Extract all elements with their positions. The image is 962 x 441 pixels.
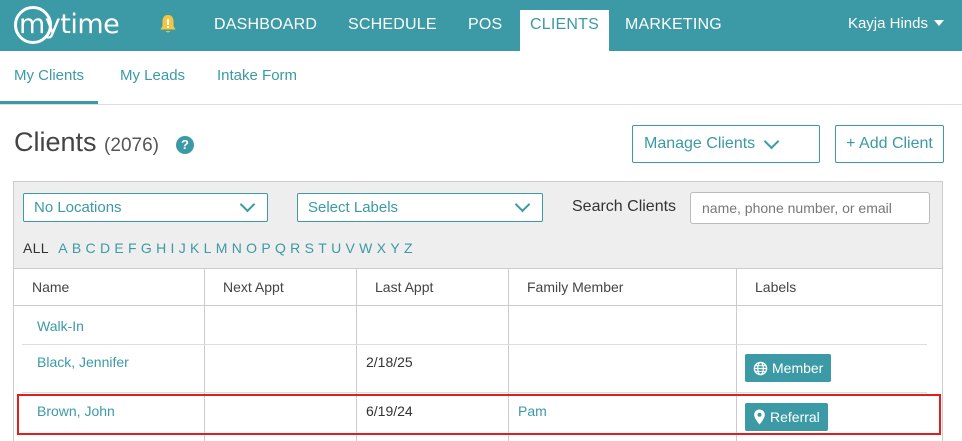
label-text: Member xyxy=(772,360,824,376)
alpha-letter-p[interactable]: P xyxy=(261,240,271,256)
alpha-letter-o[interactable]: O xyxy=(246,240,257,256)
manage-clients-label: Manage Clients xyxy=(644,135,756,152)
alpha-all[interactable]: ALL xyxy=(23,240,49,256)
add-client-button[interactable]: + Add Client xyxy=(835,125,944,163)
alpha-letter-l[interactable]: L xyxy=(204,240,212,256)
tab-my-clients[interactable]: My Clients xyxy=(0,51,99,104)
chevron-down-icon xyxy=(239,196,256,213)
page-title: Clients (2076) xyxy=(14,127,159,158)
labels-select[interactable]: Select Labels xyxy=(297,193,543,222)
filter-bar: No Locations Select Labels Search Client… xyxy=(14,182,942,269)
alpha-letter-i[interactable]: I xyxy=(170,240,174,256)
nav-schedule[interactable]: SCHEDULE xyxy=(348,0,437,51)
alpha-letter-j[interactable]: J xyxy=(179,240,186,256)
row-highlight-box xyxy=(17,394,941,435)
col-name[interactable]: Name xyxy=(14,269,69,306)
alpha-letter-a[interactable]: A xyxy=(58,240,68,256)
label-badge-member[interactable]: Member xyxy=(745,354,832,382)
col-family-member[interactable]: Family Member xyxy=(509,269,623,306)
alpha-letter-e[interactable]: E xyxy=(114,240,124,256)
mytime-logo[interactable]: mytime xyxy=(14,6,120,44)
col-labels[interactable]: Labels xyxy=(737,269,796,306)
search-label: Search Clients xyxy=(572,198,677,215)
globe-icon xyxy=(753,361,768,376)
nav-dashboard[interactable]: DASHBOARD xyxy=(214,0,317,51)
alpha-letter-u[interactable]: U xyxy=(331,240,341,256)
col-next-appt[interactable]: Next Appt xyxy=(205,269,284,306)
client-name[interactable]: Black, Jennifer xyxy=(37,354,129,370)
user-name: Kayja Hinds xyxy=(847,15,928,32)
col-last-appt[interactable]: Last Appt xyxy=(357,269,433,306)
alpha-letter-y[interactable]: Y xyxy=(390,240,400,256)
client-name[interactable]: Walk-In xyxy=(37,318,84,334)
nav-pos[interactable]: POS xyxy=(468,0,502,51)
alpha-letter-b[interactable]: B xyxy=(72,240,82,256)
user-menu[interactable]: Kayja Hinds xyxy=(848,0,944,51)
table-row[interactable]: Black, Jennifer 2/18/25 Member xyxy=(14,345,942,392)
alpha-letter-c[interactable]: C xyxy=(86,240,96,256)
alpha-letter-r[interactable]: R xyxy=(290,240,300,256)
alpha-letter-n[interactable]: N xyxy=(232,240,242,256)
nav-marketing[interactable]: MARKETING xyxy=(625,0,722,51)
table-header: Name Next Appt Last Appt Family Member L… xyxy=(14,269,942,306)
alpha-letter-z[interactable]: Z xyxy=(404,240,413,256)
alpha-letter-s[interactable]: S xyxy=(305,240,315,256)
alpha-letter-v[interactable]: V xyxy=(346,240,356,256)
alpha-letter-k[interactable]: K xyxy=(190,240,200,256)
caret-down-icon xyxy=(934,20,944,27)
alpha-letter-m[interactable]: M xyxy=(216,240,228,256)
alpha-letter-w[interactable]: W xyxy=(359,240,373,256)
alpha-letter-d[interactable]: D xyxy=(100,240,110,256)
alpha-letter-f[interactable]: F xyxy=(128,240,137,256)
bell-icon[interactable] xyxy=(158,14,178,36)
alpha-letter-q[interactable]: Q xyxy=(275,240,286,256)
tab-my-leads[interactable]: My Leads xyxy=(120,51,185,104)
locations-value: No Locations xyxy=(34,199,122,216)
sub-nav: My Clients My Leads Intake Form xyxy=(0,51,962,105)
alpha-letter-g[interactable]: G xyxy=(141,240,152,256)
locations-select[interactable]: No Locations xyxy=(23,193,268,222)
nav-clients[interactable]: CLIENTS xyxy=(520,10,609,51)
manage-clients-button[interactable]: Manage Clients xyxy=(632,125,820,163)
alphabet-filter: ALL ABCDEFGHIJKLMNOPQRSTUVWXYZ xyxy=(23,240,417,256)
table-row[interactable]: Walk-In xyxy=(14,306,942,344)
alpha-letter-h[interactable]: H xyxy=(156,240,166,256)
alpha-letters: ABCDEFGHIJKLMNOPQRSTUVWXYZ xyxy=(58,240,417,256)
page-title-text: Clients xyxy=(14,127,97,157)
logo-text: mytime xyxy=(19,9,120,40)
chevron-down-icon xyxy=(514,196,531,213)
alpha-letter-t[interactable]: T xyxy=(318,240,327,256)
client-count: (2076) xyxy=(104,135,159,156)
help-icon[interactable]: ? xyxy=(176,136,194,154)
last-appt: 2/18/25 xyxy=(366,354,413,370)
alpha-letter-x[interactable]: X xyxy=(377,240,387,256)
tab-intake-form[interactable]: Intake Form xyxy=(217,51,297,104)
top-nav: mytime DASHBOARD SCHEDULE POS CLIENTS MA… xyxy=(0,0,962,51)
search-input[interactable] xyxy=(690,192,930,224)
labels-value: Select Labels xyxy=(308,199,399,216)
chevron-down-icon xyxy=(763,133,780,150)
